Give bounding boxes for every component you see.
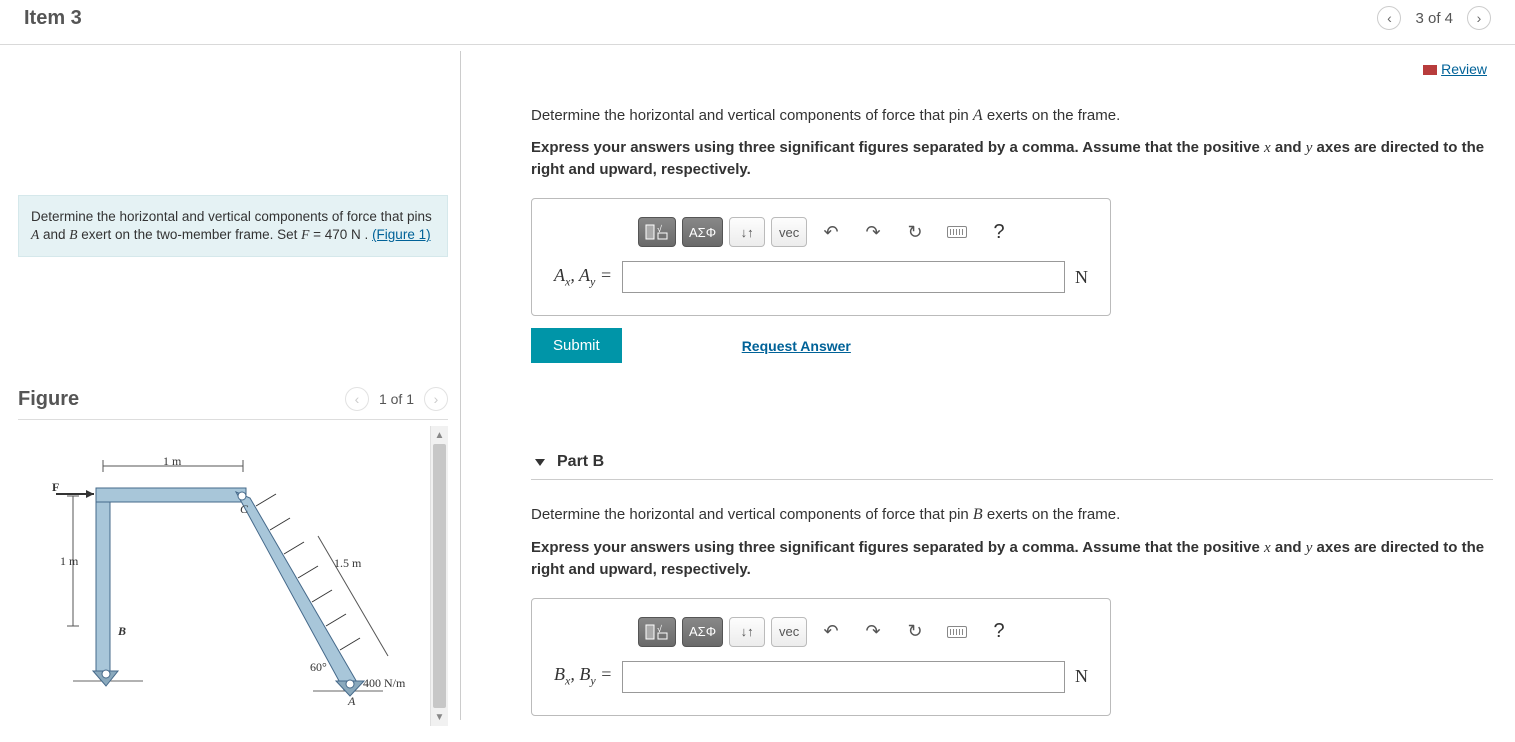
vector-button[interactable]: vec	[771, 217, 807, 247]
left-column: Determine the horizontal and vertical co…	[0, 45, 460, 726]
redo-button[interactable]: ↷	[855, 217, 891, 247]
part-a-answer-label: Ax, Ay =	[548, 265, 612, 290]
label-c: C	[240, 502, 248, 517]
label-f: F	[52, 480, 59, 495]
part-a-answer-unit: N	[1075, 267, 1094, 288]
figure-canvas: 1 m 1 m 1.5 m 60° 400 N/m F B C A	[18, 426, 430, 726]
keyboard-icon	[947, 226, 967, 238]
keyboard-button[interactable]	[939, 217, 975, 247]
top-bar: Item 3 ‹ 3 of 4 ›	[0, 0, 1515, 45]
keyboard-icon	[947, 626, 967, 638]
part-b-answer-box: √ ΑΣΦ ↓↑ vec ↶ ↷ ↻ ? Bx, By = N	[531, 598, 1111, 716]
label-b: B	[118, 624, 126, 639]
part-b-answer-label: Bx, By =	[548, 664, 612, 689]
figure-counter: 1 of 1	[379, 391, 414, 407]
greek-button-b[interactable]: ΑΣΦ	[682, 617, 723, 647]
next-figure-button[interactable]: ›	[424, 387, 448, 411]
part-b-header[interactable]: Part B	[531, 453, 1493, 480]
submit-button[interactable]: Submit	[531, 328, 622, 363]
dim-slant: 1.5 m	[334, 556, 361, 571]
dim-left: 1 m	[60, 554, 78, 569]
item-title: Item 3	[24, 7, 82, 30]
review-link[interactable]: Review	[1423, 61, 1487, 77]
greek-button[interactable]: ΑΣΦ	[682, 217, 723, 247]
subscript-button[interactable]: ↓↑	[729, 217, 765, 247]
scroll-down-icon[interactable]: ▼	[431, 708, 448, 726]
dim-top: 1 m	[163, 454, 181, 469]
figure-heading: Figure	[18, 388, 345, 411]
undo-button[interactable]: ↶	[813, 217, 849, 247]
part-a-instruction: Express your answers using three signifi…	[531, 137, 1493, 180]
figure-scrollbar[interactable]: ▲ ▼	[430, 426, 448, 726]
keyboard-button-b[interactable]	[939, 617, 975, 647]
figure-link[interactable]: (Figure 1)	[372, 227, 431, 242]
request-answer-link[interactable]: Request Answer	[742, 338, 851, 354]
templates-button-b[interactable]: √	[638, 617, 676, 647]
var-b: B	[69, 227, 77, 242]
item-counter: 3 of 4	[1415, 10, 1453, 27]
undo-button-b[interactable]: ↶	[813, 617, 849, 647]
scroll-thumb[interactable]	[433, 444, 446, 708]
prev-figure-button[interactable]: ‹	[345, 387, 369, 411]
next-item-button[interactable]: ›	[1467, 6, 1491, 30]
help-button[interactable]: ?	[981, 217, 1017, 247]
scroll-up-icon[interactable]: ▲	[431, 426, 448, 444]
label-a: A	[348, 694, 355, 709]
part-b-answer-input[interactable]	[622, 661, 1065, 693]
reset-button-b[interactable]: ↻	[897, 617, 933, 647]
part-a-toolbar: √ ΑΣΦ ↓↑ vec ↶ ↷ ↻ ?	[638, 217, 1094, 247]
problem-text: Determine the horizontal and vertical co…	[31, 209, 432, 224]
part-b-title: Part B	[557, 453, 604, 471]
help-button-b[interactable]: ?	[981, 617, 1017, 647]
part-b-instruction: Express your answers using three signifi…	[531, 537, 1493, 580]
vector-button-b[interactable]: vec	[771, 617, 807, 647]
reset-button[interactable]: ↻	[897, 217, 933, 247]
part-a-question: Determine the horizontal and vertical co…	[531, 105, 1493, 127]
part-a-answer-input[interactable]	[622, 261, 1065, 293]
part-b-answer-unit: N	[1075, 666, 1094, 687]
part-b-toolbar: √ ΑΣΦ ↓↑ vec ↶ ↷ ↻ ?	[638, 617, 1094, 647]
flag-icon	[1423, 65, 1437, 75]
part-b-question: Determine the horizontal and vertical co…	[531, 504, 1493, 526]
var-a: A	[31, 227, 39, 242]
part-a-answer-box: √ ΑΣΦ ↓↑ vec ↶ ↷ ↻ ? Ax, Ay = N	[531, 198, 1111, 316]
dim-load: 400 N/m	[363, 676, 405, 691]
subscript-button-b[interactable]: ↓↑	[729, 617, 765, 647]
right-column: Review Determine the horizontal and vert…	[461, 45, 1515, 726]
templates-button[interactable]: √	[638, 217, 676, 247]
figure-divider	[18, 419, 448, 420]
redo-button-b[interactable]: ↷	[855, 617, 891, 647]
problem-statement: Determine the horizontal and vertical co…	[18, 195, 448, 257]
prev-item-button[interactable]: ‹	[1377, 6, 1401, 30]
caret-down-icon	[535, 459, 545, 466]
dim-angle: 60°	[310, 660, 327, 675]
